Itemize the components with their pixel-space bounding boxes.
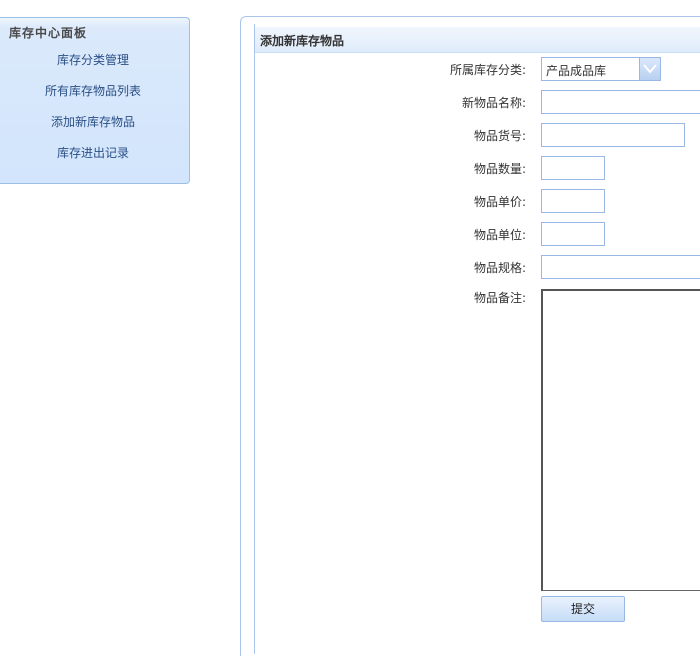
sku-input[interactable] bbox=[541, 123, 685, 147]
note-textarea[interactable] bbox=[541, 289, 700, 591]
inventory-center-panel: 库存中心面板 库存分类管理 所有库存物品列表 添加新库存物品 库存进出记录 bbox=[0, 17, 190, 184]
chevron-down-icon[interactable] bbox=[639, 58, 660, 80]
sku-label: 物品货号: bbox=[473, 129, 526, 143]
category-selected-value: 产品成品库 bbox=[546, 64, 607, 78]
spec-input[interactable] bbox=[541, 255, 700, 279]
unit-input[interactable] bbox=[541, 222, 605, 246]
unit-label: 物品单位: bbox=[473, 228, 526, 242]
submit-button[interactable]: 提交 bbox=[541, 596, 625, 622]
sidebar-nav: 库存分类管理 所有库存物品列表 添加新库存物品 库存进出记录 bbox=[0, 52, 191, 176]
sidebar-item-add-new-item[interactable]: 添加新库存物品 bbox=[0, 114, 191, 145]
spec-label: 物品规格: bbox=[473, 261, 526, 275]
form-header: 添加新库存物品 bbox=[255, 27, 700, 53]
chevron-down-icon-glyph bbox=[643, 64, 657, 74]
unit-price-label: 物品单价: bbox=[473, 195, 526, 209]
category-select[interactable]: 产品成品库 bbox=[541, 57, 661, 81]
category-label: 所属库存分类: bbox=[449, 63, 526, 77]
quantity-input[interactable] bbox=[541, 156, 605, 180]
name-label: 新物品名称: bbox=[461, 96, 526, 110]
sidebar-item-all-items-list[interactable]: 所有库存物品列表 bbox=[0, 83, 191, 114]
unit-price-input[interactable] bbox=[541, 189, 605, 213]
name-input[interactable] bbox=[541, 90, 700, 114]
sidebar-item-stock-records[interactable]: 库存进出记录 bbox=[0, 145, 191, 176]
sidebar-item-category-management[interactable]: 库存分类管理 bbox=[0, 52, 191, 83]
panel-title: 库存中心面板 bbox=[9, 26, 88, 40]
form-title: 添加新库存物品 bbox=[260, 34, 345, 48]
note-label: 物品备注: bbox=[473, 291, 526, 305]
quantity-label: 物品数量: bbox=[473, 162, 526, 176]
